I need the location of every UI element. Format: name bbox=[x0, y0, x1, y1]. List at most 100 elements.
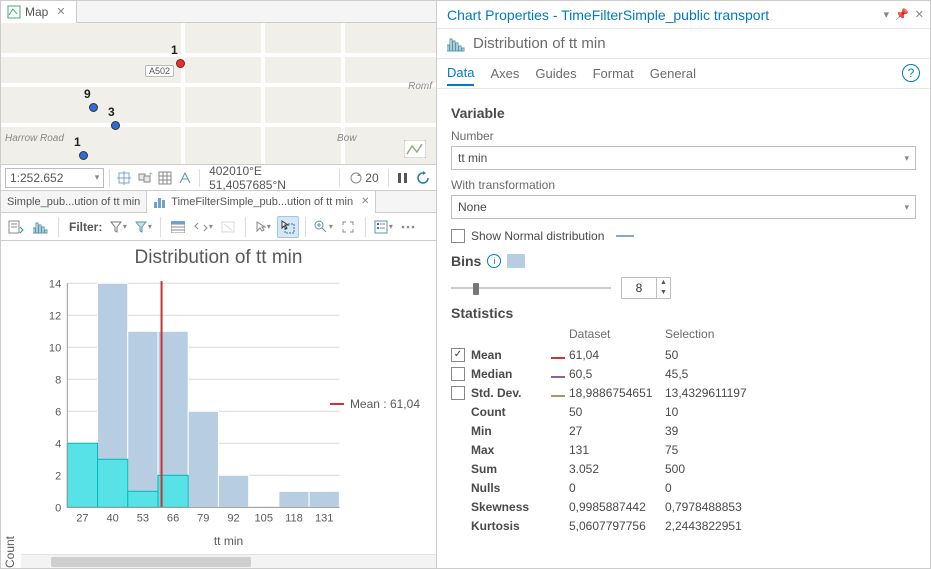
info-icon[interactable]: i bbox=[487, 254, 501, 268]
refresh-icon[interactable] bbox=[414, 168, 432, 188]
chart-xlabel: tt min bbox=[21, 534, 436, 554]
histogram-icon bbox=[153, 195, 167, 209]
map-point-label: 1 bbox=[171, 43, 178, 57]
transform-label: With transformation bbox=[451, 178, 916, 192]
map-point-label: 3 bbox=[108, 105, 115, 119]
full-extent-icon[interactable] bbox=[337, 216, 359, 238]
help-icon[interactable]: ? bbox=[902, 64, 920, 82]
show-normal-checkbox[interactable]: Show Normal distribution bbox=[451, 229, 916, 243]
map-point-blue[interactable] bbox=[89, 103, 98, 112]
swap-icon[interactable] bbox=[192, 216, 214, 238]
close-icon[interactable]: ✕ bbox=[56, 5, 65, 18]
grid-icon[interactable] bbox=[156, 168, 174, 188]
map-tab-label: Map bbox=[25, 5, 48, 19]
stat-label-count: Count bbox=[471, 405, 506, 419]
map-place-bow: Bow bbox=[337, 133, 356, 144]
map-point-blue[interactable] bbox=[111, 121, 120, 130]
map-point-blue[interactable] bbox=[79, 151, 88, 160]
chart-title: Distribution of tt min bbox=[1, 241, 436, 271]
stat-kurt-selection: 2,2443822951 bbox=[665, 519, 775, 533]
map-point-label: 9 bbox=[84, 87, 91, 101]
tab-format[interactable]: Format bbox=[593, 62, 634, 85]
chart-tab-1[interactable]: Simple_pub...ution of tt min bbox=[1, 191, 147, 213]
rectangle-select-icon[interactable] bbox=[277, 216, 299, 238]
stat-min-selection: 39 bbox=[665, 424, 775, 438]
spin-down-icon[interactable]: ▼ bbox=[657, 288, 670, 298]
svg-text:0: 0 bbox=[55, 502, 61, 514]
rotation-value: 20 bbox=[365, 171, 378, 185]
chart-ylabel: Count bbox=[1, 271, 21, 568]
basemap-icon[interactable] bbox=[404, 140, 426, 158]
pin-icon[interactable]: 📌 bbox=[895, 8, 909, 21]
bins-spinner[interactable]: 8 ▲▼ bbox=[621, 277, 671, 299]
bins-color-swatch[interactable] bbox=[507, 254, 525, 268]
svg-text:4: 4 bbox=[55, 438, 61, 450]
snapping-icon[interactable]: + bbox=[135, 168, 153, 188]
map-canvas[interactable]: A502 Bow Romf Harrow Road 1 9 3 1 bbox=[1, 23, 436, 165]
chevron-down-icon[interactable]: ▾ bbox=[95, 172, 100, 183]
pause-icon[interactable] bbox=[394, 168, 412, 188]
stat-label-min: Min bbox=[471, 424, 492, 438]
filter-extent-icon[interactable] bbox=[132, 216, 154, 238]
chart-tab-2[interactable]: TimeFilterSimple_pub...ution of tt min ✕ bbox=[147, 191, 376, 213]
stat-label-max: Max bbox=[471, 443, 494, 457]
stat-mean-dataset: 61,04 bbox=[569, 348, 665, 362]
histogram-icon[interactable] bbox=[30, 216, 52, 238]
selection-mode-icon[interactable] bbox=[252, 216, 274, 238]
stat-count-dataset: 50 bbox=[569, 405, 665, 419]
tab-general[interactable]: General bbox=[650, 62, 696, 85]
table-icon[interactable] bbox=[167, 216, 189, 238]
scale-input[interactable]: 1:252.652 ▾ bbox=[5, 168, 104, 188]
horizontal-scrollbar[interactable] bbox=[21, 554, 436, 568]
tab-guides[interactable]: Guides bbox=[535, 62, 576, 85]
bins-slider[interactable] bbox=[451, 281, 611, 295]
pane-subtitle-row: Distribution of tt min bbox=[437, 29, 930, 59]
tab-axes[interactable]: Axes bbox=[490, 62, 519, 85]
median-checkbox[interactable] bbox=[451, 367, 465, 381]
legend-icon[interactable] bbox=[372, 216, 394, 238]
road bbox=[261, 23, 265, 164]
map-icon bbox=[7, 5, 21, 19]
close-icon[interactable]: ✕ bbox=[361, 196, 369, 207]
clear-selection-icon[interactable] bbox=[217, 216, 239, 238]
map-statusbar: 1:252.652 ▾ + 402010°E 51,4057685°N 20 bbox=[1, 165, 436, 191]
map-point-red[interactable] bbox=[176, 59, 185, 68]
stat-nulls-selection: 0 bbox=[665, 481, 775, 495]
svg-text:40: 40 bbox=[106, 513, 118, 525]
separator bbox=[245, 217, 246, 237]
filter-label: Filter: bbox=[69, 220, 102, 234]
properties-icon[interactable] bbox=[5, 216, 27, 238]
pane-title: Chart Properties - TimeFilterSimple_publ… bbox=[447, 7, 769, 23]
transform-dropdown[interactable]: None ▾ bbox=[451, 195, 916, 219]
stat-median-selection: 45,5 bbox=[665, 367, 775, 381]
median-swatch bbox=[551, 376, 565, 378]
mean-line-icon bbox=[330, 403, 344, 405]
mean-checkbox[interactable] bbox=[451, 348, 465, 362]
number-dropdown[interactable]: tt min ▾ bbox=[451, 146, 916, 170]
dynamic-constraints-icon[interactable] bbox=[176, 168, 194, 188]
svg-text:6: 6 bbox=[55, 406, 61, 418]
extent-icon[interactable] bbox=[115, 168, 133, 188]
checkbox-icon[interactable] bbox=[451, 229, 465, 243]
chart-plot[interactable]: 02468101214274053667992105118131 Mean : … bbox=[27, 275, 430, 532]
filter-selection-icon[interactable] bbox=[107, 216, 129, 238]
tab-data[interactable]: Data bbox=[447, 61, 474, 86]
chart-tab-label: Simple_pub...ution of tt min bbox=[7, 196, 140, 208]
stat-label-mean: Mean bbox=[471, 348, 502, 362]
pane-subtitle: Distribution of tt min bbox=[473, 35, 606, 52]
dropdown-icon[interactable]: ▾ bbox=[884, 8, 890, 21]
spin-up-icon[interactable]: ▲ bbox=[657, 278, 670, 288]
chevron-down-icon[interactable]: ▾ bbox=[904, 153, 909, 164]
zoom-icon[interactable] bbox=[312, 216, 334, 238]
chevron-down-icon[interactable]: ▾ bbox=[904, 202, 909, 213]
more-icon[interactable] bbox=[397, 216, 419, 238]
map-tab[interactable]: Map ✕ bbox=[1, 1, 77, 23]
stat-kurt-dataset: 5,0607797756 bbox=[569, 519, 665, 533]
close-icon[interactable]: ✕ bbox=[915, 8, 924, 21]
stat-mean-selection: 50 bbox=[665, 348, 775, 362]
stat-label-kurt: Kurtosis bbox=[471, 519, 520, 533]
stat-max-selection: 75 bbox=[665, 443, 775, 457]
rotation-display[interactable]: 20 bbox=[345, 171, 382, 185]
chart-tabbar: Simple_pub...ution of tt min TimeFilterS… bbox=[1, 191, 436, 213]
std-checkbox[interactable] bbox=[451, 386, 465, 400]
